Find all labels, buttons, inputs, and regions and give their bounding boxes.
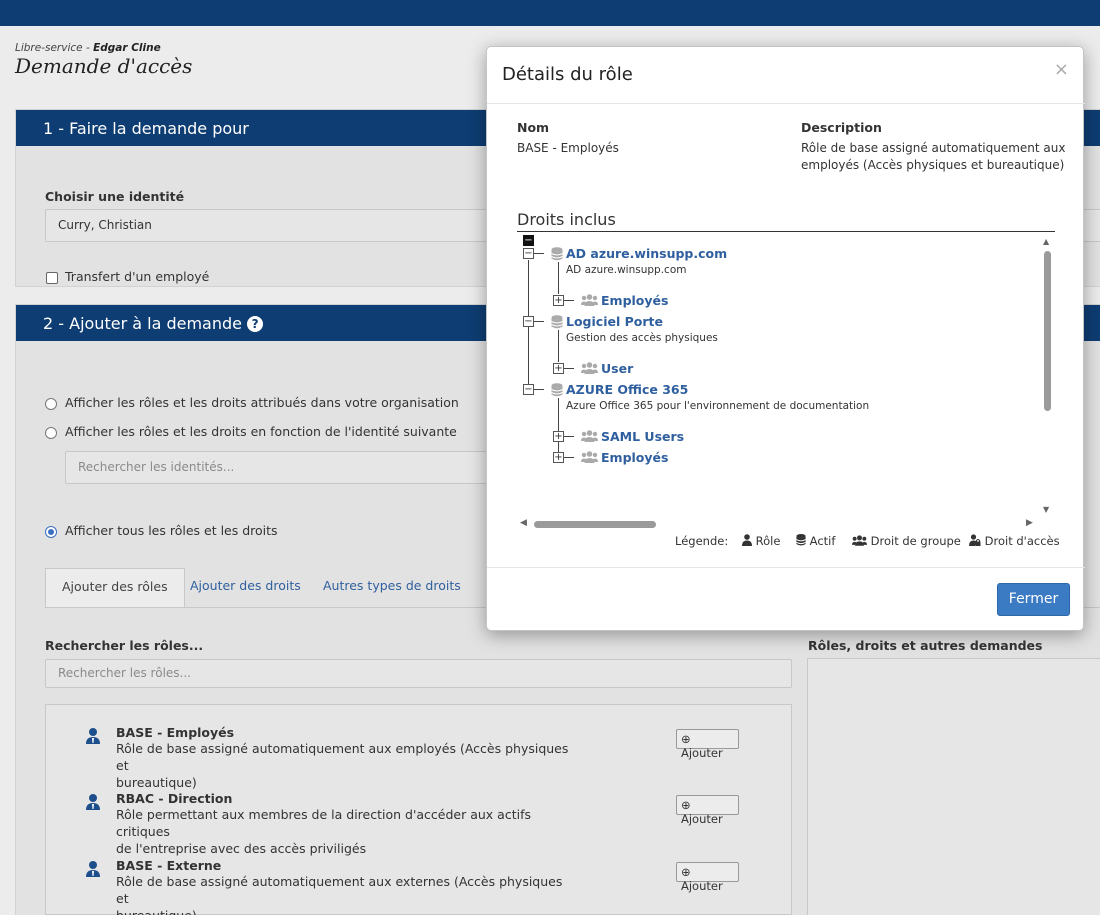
modal-header-divider xyxy=(487,103,1085,104)
database-icon xyxy=(551,247,563,261)
tree-vertical-scrollbar[interactable]: ▲ ▼ xyxy=(1041,237,1055,517)
legend-access-right-label: Droit d'accès xyxy=(984,534,1060,548)
scroll-up-arrow-icon[interactable]: ▲ xyxy=(1043,237,1049,246)
tree-line xyxy=(558,262,559,294)
description-label: Description xyxy=(801,120,882,135)
vertical-scroll-thumb[interactable] xyxy=(1044,251,1051,411)
asset-node-name[interactable]: AD azure.winsupp.com xyxy=(566,246,727,261)
legend-group-right: Droit de groupe xyxy=(852,534,961,548)
group-right-node[interactable]: User xyxy=(601,361,633,376)
group-right-node[interactable]: Employés xyxy=(601,293,668,308)
group-icon xyxy=(581,294,598,306)
group-right-node[interactable]: SAML Users xyxy=(601,429,684,444)
database-icon xyxy=(551,383,563,397)
expand-toggle[interactable]: + xyxy=(553,295,564,306)
tree-line xyxy=(558,398,559,453)
legend-role: Rôle xyxy=(742,534,780,548)
tree-line xyxy=(564,457,574,458)
expand-toggle[interactable]: + xyxy=(553,452,564,463)
tree-horizontal-scrollbar[interactable]: ◀ ▶ xyxy=(517,517,1041,531)
tree-line xyxy=(558,330,559,362)
database-icon xyxy=(551,315,563,329)
asset-node-name[interactable]: AZURE Office 365 xyxy=(566,382,688,397)
tree-line xyxy=(564,300,574,301)
collapse-toggle[interactable]: − xyxy=(523,316,534,327)
expand-toggle[interactable]: + xyxy=(553,363,564,374)
modal-title: Détails du rôle xyxy=(502,64,633,85)
group-icon xyxy=(581,362,598,374)
description-value: Rôle de base assigné automatiquement aux… xyxy=(801,140,1065,174)
asset-node-description: Gestion des accès physiques xyxy=(566,332,718,344)
collapse-all-toggle[interactable]: − xyxy=(523,235,534,246)
legend-role-label: Rôle xyxy=(755,534,781,548)
tree-line xyxy=(534,253,544,254)
user-icon xyxy=(742,534,752,546)
group-icon xyxy=(581,430,598,442)
name-label: Nom xyxy=(517,120,550,135)
role-details-modal: Détails du rôle × Nom BASE - Employés De… xyxy=(486,46,1085,631)
tree-line xyxy=(564,368,574,369)
legend-asset: Actif xyxy=(796,534,835,548)
asset-node-description: Azure Office 365 pour l'environnement de… xyxy=(566,400,870,412)
tree-line xyxy=(564,436,574,437)
group-right-node[interactable]: Employés xyxy=(601,450,668,465)
group-icon xyxy=(581,451,598,463)
scroll-right-arrow-icon[interactable]: ▶ xyxy=(1026,518,1033,528)
tree-line xyxy=(534,389,544,390)
description-line-1: Rôle de base assigné automatiquement aux xyxy=(801,141,1066,155)
tree-line xyxy=(534,321,544,322)
scroll-left-arrow-icon[interactable]: ◀ xyxy=(520,518,527,528)
close-icon[interactable]: × xyxy=(1054,59,1069,80)
collapse-toggle[interactable]: − xyxy=(523,384,534,395)
legend-group-right-label: Droit de groupe xyxy=(870,534,961,548)
expand-toggle[interactable]: + xyxy=(553,431,564,442)
group-icon xyxy=(852,535,867,546)
rights-tree: − − AD azure.winsupp.com AD azure.winsup… xyxy=(517,233,1055,529)
asset-node-name[interactable]: Logiciel Porte xyxy=(566,314,663,329)
close-button[interactable]: Fermer xyxy=(997,583,1070,616)
database-icon xyxy=(796,534,806,546)
horizontal-scroll-thumb[interactable] xyxy=(534,521,656,528)
user-lock-icon xyxy=(969,534,981,546)
collapse-toggle[interactable]: − xyxy=(523,248,534,259)
legend-label: Légende: xyxy=(675,534,729,548)
rights-section-title: Droits inclus xyxy=(517,210,1055,232)
scroll-down-arrow-icon[interactable]: ▼ xyxy=(1043,505,1049,514)
legend-asset-label: Actif xyxy=(809,534,836,548)
name-value: BASE - Employés xyxy=(517,141,619,155)
description-line-2: employés (Accès physiques et bureautique… xyxy=(801,158,1065,172)
modal-footer-divider xyxy=(487,567,1085,568)
asset-node-description: AD azure.winsupp.com xyxy=(566,264,687,276)
legend-access-right: Droit d'accès xyxy=(969,534,1060,548)
